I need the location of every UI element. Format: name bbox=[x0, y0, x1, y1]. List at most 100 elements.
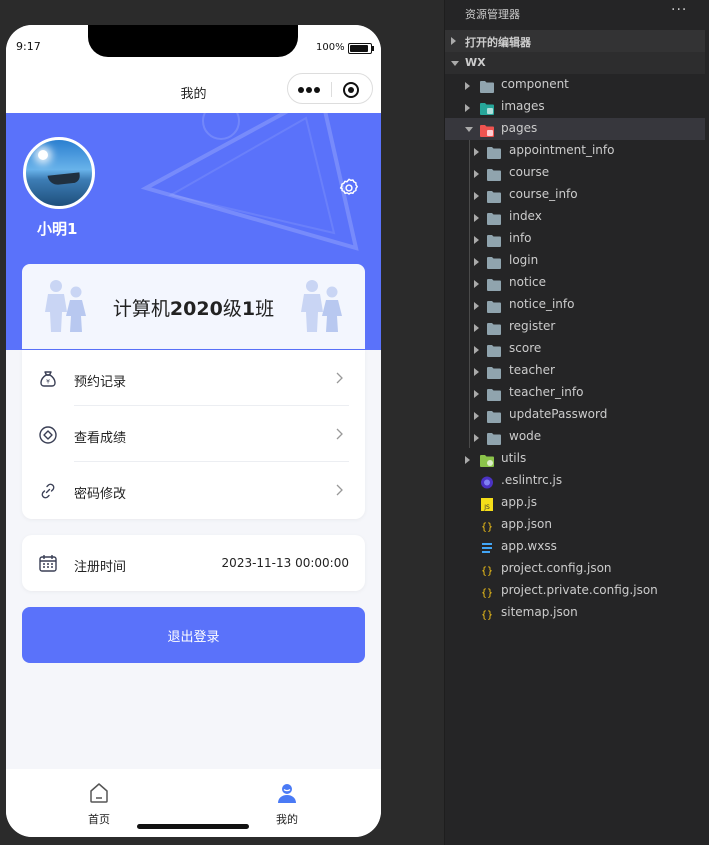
tree-folder[interactable]: course_info bbox=[445, 184, 705, 206]
project-section[interactable]: WX bbox=[445, 52, 705, 74]
tree-file[interactable]: app.wxss bbox=[445, 536, 705, 558]
eslint-icon bbox=[480, 474, 494, 489]
capsule-divider bbox=[331, 82, 332, 97]
tree-item-label: app.json bbox=[501, 517, 552, 531]
calendar-icon bbox=[39, 555, 57, 572]
section-label: WX bbox=[465, 56, 486, 69]
svg-text:{}: {} bbox=[481, 522, 493, 533]
folder-icon bbox=[487, 188, 501, 203]
battery-percent: 100% bbox=[316, 42, 345, 53]
tree-item-label: teacher bbox=[509, 363, 555, 377]
tree-folder[interactable]: component bbox=[445, 74, 705, 96]
chevron-down-icon bbox=[451, 61, 459, 66]
tree-file[interactable]: {} sitemap.json bbox=[445, 602, 705, 624]
tree-folder[interactable]: register bbox=[445, 316, 705, 338]
chevron-right-icon bbox=[474, 236, 479, 244]
tree-item-label: sitemap.json bbox=[501, 605, 578, 619]
menu-item-label: 密码修改 bbox=[74, 487, 127, 502]
chevron-right-icon bbox=[474, 258, 479, 266]
folder-icon bbox=[487, 232, 501, 247]
tree-folder[interactable]: utils bbox=[445, 448, 705, 470]
avatar-sun bbox=[38, 150, 48, 160]
tree-file[interactable]: {} project.private.config.json bbox=[445, 580, 705, 602]
tree-item-label: score bbox=[509, 341, 542, 355]
images-folder-icon bbox=[480, 100, 494, 115]
menu-card: ¥ 预约记录 查看成绩 密码修改 bbox=[22, 350, 365, 519]
tree-folder[interactable]: notice bbox=[445, 272, 705, 294]
class-mid: 级 bbox=[222, 298, 242, 320]
tree-folder[interactable]: info bbox=[445, 228, 705, 250]
folder-icon bbox=[487, 276, 501, 291]
javascript-file-icon: JS bbox=[480, 496, 494, 511]
class-card: 计算机2020级1班 bbox=[22, 264, 365, 349]
tree-folder[interactable]: wode bbox=[445, 426, 705, 448]
svg-text:JS: JS bbox=[483, 504, 490, 511]
settings-gear-icon[interactable] bbox=[338, 177, 360, 199]
tree-folder[interactable]: index bbox=[445, 206, 705, 228]
folder-icon bbox=[487, 144, 501, 159]
tree-folder[interactable]: teacher_info bbox=[445, 382, 705, 404]
css-file-icon bbox=[480, 540, 494, 553]
json-file-icon: {} bbox=[480, 518, 494, 533]
folder-icon bbox=[487, 254, 501, 269]
folder-icon bbox=[487, 320, 501, 335]
open-editors-section[interactable]: 打开的编辑器 bbox=[445, 30, 705, 52]
register-time-label: 注册时间 bbox=[74, 560, 127, 575]
chevron-right-icon bbox=[474, 214, 479, 222]
svg-text:{}: {} bbox=[481, 566, 493, 577]
tree-item-label: project.config.json bbox=[501, 561, 612, 575]
tree-item-label: teacher_info bbox=[509, 385, 584, 399]
avatar[interactable] bbox=[23, 137, 95, 209]
folder-icon bbox=[480, 78, 494, 93]
tree-item-label: course bbox=[509, 165, 550, 179]
class-prefix: 计算机 bbox=[112, 298, 170, 320]
chevron-right-icon bbox=[465, 82, 470, 90]
chevron-right-icon bbox=[474, 192, 479, 200]
tree-folder[interactable]: images bbox=[445, 96, 705, 118]
register-time-value: 2023-11-13 00:00:00 bbox=[221, 556, 349, 570]
menu-item-scores[interactable]: 查看成绩 bbox=[22, 406, 365, 462]
status-bar: 9:17 100% bbox=[6, 25, 381, 69]
tree-file[interactable]: JS app.js bbox=[445, 492, 705, 514]
chevron-right-icon bbox=[474, 302, 479, 310]
tree-folder[interactable]: pages bbox=[445, 118, 705, 140]
chevron-right-icon bbox=[474, 368, 479, 376]
tree-file[interactable]: .eslintrc.js bbox=[445, 470, 705, 492]
tree-folder[interactable]: appointment_info bbox=[445, 140, 705, 162]
tree-item-label: register bbox=[509, 319, 556, 333]
tree-item-label: wode bbox=[509, 429, 542, 443]
chevron-right-icon bbox=[474, 434, 479, 442]
tree-file[interactable]: {} app.json bbox=[445, 514, 705, 536]
folder-icon bbox=[487, 342, 501, 357]
tree-folder[interactable]: login bbox=[445, 250, 705, 272]
close-circle-icon[interactable] bbox=[343, 82, 359, 98]
tree-folder[interactable]: course bbox=[445, 162, 705, 184]
tree-item-label: app.js bbox=[501, 495, 537, 509]
tree-folder[interactable]: score bbox=[445, 338, 705, 360]
folder-icon bbox=[487, 386, 501, 401]
folder-icon bbox=[487, 210, 501, 225]
tree-folder[interactable]: notice_info bbox=[445, 294, 705, 316]
tree-item-label: pages bbox=[501, 121, 538, 135]
svg-text:¥: ¥ bbox=[46, 379, 50, 386]
json-file-icon: {} bbox=[480, 584, 494, 599]
class-year: 2020 bbox=[169, 298, 223, 320]
menu-item-password[interactable]: 密码修改 bbox=[22, 462, 365, 518]
menu-item-appointments[interactable]: ¥ 预约记录 bbox=[22, 350, 365, 406]
svg-text:{}: {} bbox=[481, 610, 493, 621]
more-dots-icon[interactable] bbox=[298, 87, 304, 93]
tab-mine[interactable]: 我的 bbox=[247, 781, 327, 827]
tree-folder[interactable]: teacher bbox=[445, 360, 705, 382]
class-suffix: 班 bbox=[255, 298, 275, 320]
tab-home[interactable]: 首页 bbox=[59, 781, 139, 827]
more-actions-icon[interactable]: ··· bbox=[671, 2, 687, 18]
tree-folder[interactable]: updatePassword bbox=[445, 404, 705, 426]
nav-bar: 我的 bbox=[6, 69, 381, 113]
people-right-icon bbox=[301, 280, 342, 332]
folder-icon bbox=[487, 364, 501, 379]
tree-file[interactable]: {} project.config.json bbox=[445, 558, 705, 580]
tree-item-label: info bbox=[509, 231, 532, 245]
tree-item-label: project.private.config.json bbox=[501, 583, 658, 597]
logout-button[interactable]: 退出登录 bbox=[22, 607, 365, 663]
tree-item-label: appointment_info bbox=[509, 143, 615, 157]
